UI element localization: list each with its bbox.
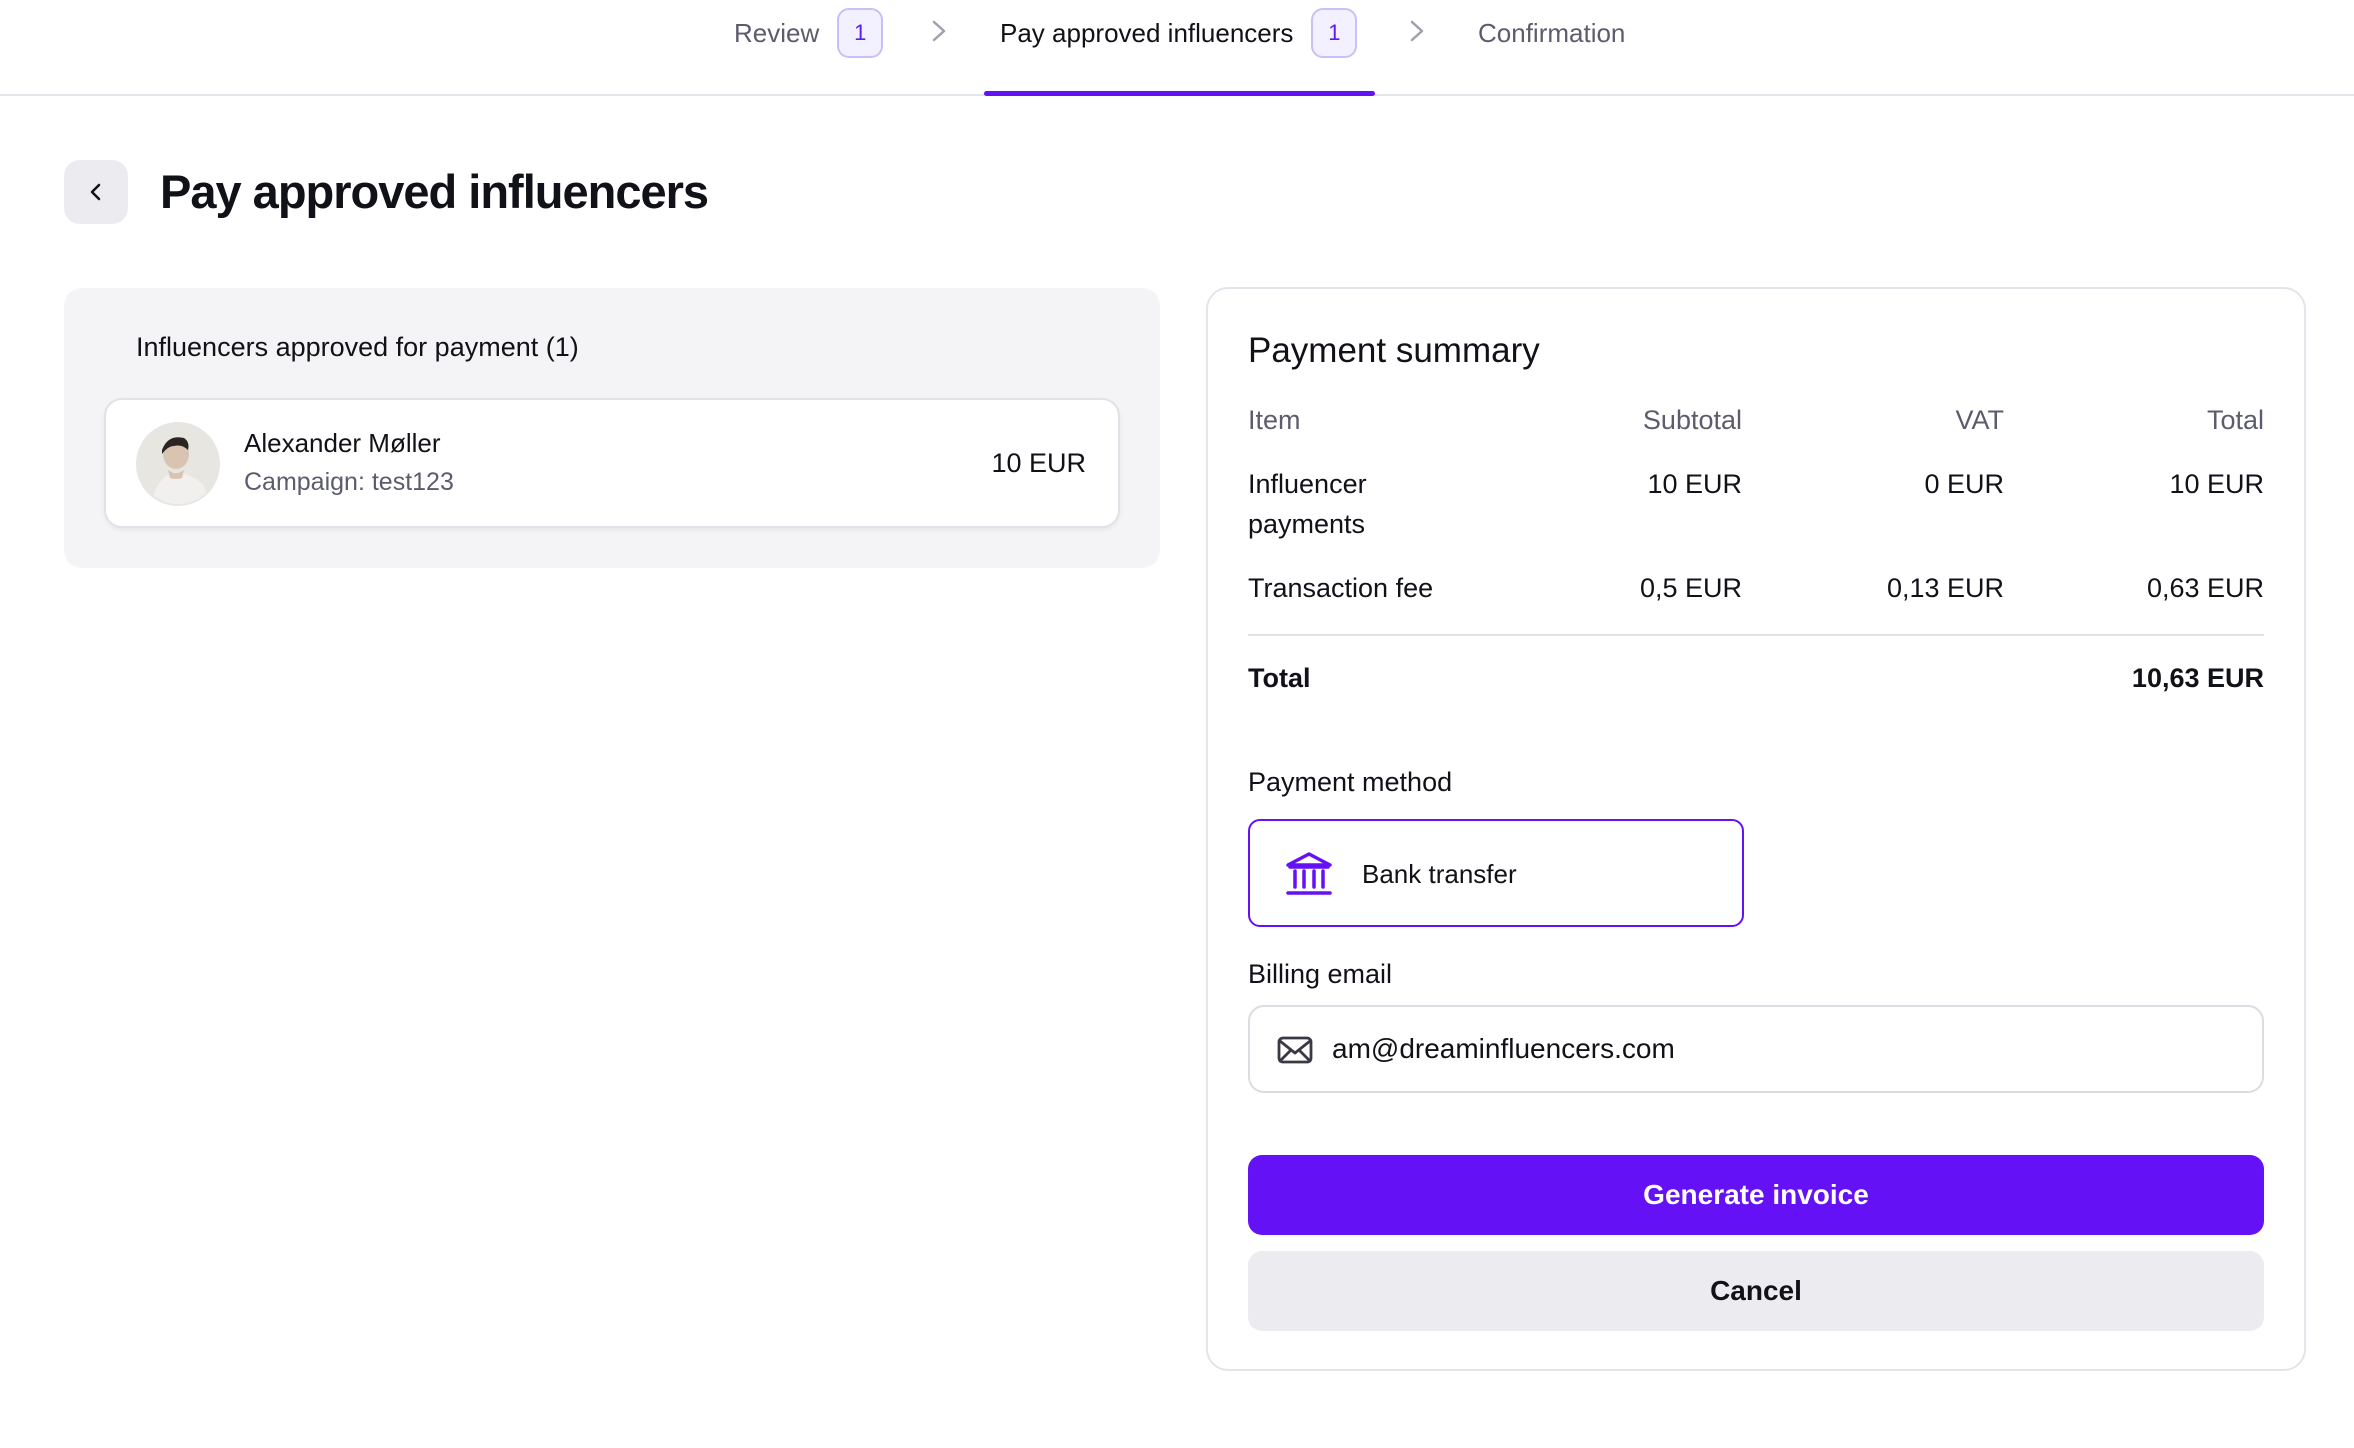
row-subtotal: 10 EUR (1647, 469, 1742, 499)
chevron-right-icon (1410, 20, 1424, 42)
step-review[interactable]: Review 1 (734, 0, 884, 96)
billing-email-label: Billing email (1248, 959, 1393, 989)
influencers-heading: Influencers approved for payment (1) (136, 332, 579, 362)
payment-method-bank-transfer[interactable]: Bank transfer (1248, 819, 1744, 927)
back-button[interactable] (64, 160, 128, 224)
influencer-name: Alexander Møller (244, 428, 441, 458)
chevron-right-icon (932, 20, 946, 42)
row-vat: 0,13 EUR (1886, 573, 2004, 603)
column-header-vat: VAT (1955, 405, 2004, 435)
column-header-subtotal: Subtotal (1642, 405, 1742, 435)
payment-summary-panel: Payment summary Item Subtotal VAT Total … (1206, 287, 2306, 1371)
column-header-item: Item (1248, 405, 1301, 435)
step-confirmation-label: Confirmation (1478, 17, 1626, 48)
summary-divider (1248, 634, 2264, 636)
checkout-stepper: Review 1 Pay approved influencers 1 Conf… (0, 0, 2354, 96)
avatar (136, 422, 220, 506)
influencer-card[interactable]: Alexander Møller Campaign: test123 10 EU… (104, 398, 1120, 528)
row-item-label: Influencer (1248, 469, 1367, 499)
influencer-amount: 10 EUR (991, 448, 1086, 478)
influencer-campaign: Campaign: test123 (244, 468, 454, 496)
billing-email-value: am@dreaminfluencers.com (1332, 1033, 1675, 1064)
chevron-left-icon (90, 183, 101, 201)
row-subtotal: 0,5 EUR (1639, 573, 1742, 603)
billing-email-field[interactable]: am@dreaminfluencers.com (1248, 1005, 2264, 1093)
payment-method-label: Payment method (1248, 767, 1453, 797)
active-step-indicator (984, 91, 1375, 96)
cancel-button[interactable]: Cancel (1248, 1251, 2264, 1331)
grand-total-value: 10,63 EUR (2131, 663, 2264, 693)
envelope-icon (1277, 1036, 1313, 1064)
generate-invoice-button[interactable]: Generate invoice (1248, 1155, 2264, 1235)
column-header-total: Total (2206, 405, 2264, 435)
row-item-label-line2: payments (1248, 509, 1366, 539)
grand-total-label: Total (1248, 663, 1311, 693)
step-pay-count-badge: 1 (1311, 8, 1358, 58)
page-title: Pay approved influencers (160, 165, 709, 218)
row-item-label: Transaction fee (1248, 573, 1434, 603)
payment-summary-title: Payment summary (1248, 331, 1540, 370)
row-total: 10 EUR (2169, 469, 2264, 499)
step-pay-label: Pay approved influencers (1000, 17, 1294, 48)
payment-method-option-label: Bank transfer (1362, 859, 1517, 889)
bank-icon (1286, 852, 1332, 895)
row-vat: 0 EUR (1924, 469, 2004, 499)
row-total: 0,63 EUR (2146, 573, 2264, 603)
step-pay-approved-influencers[interactable]: Pay approved influencers 1 (1000, 0, 1358, 96)
step-review-label: Review (734, 17, 820, 48)
influencers-panel: Influencers approved for payment (1) Ale… (64, 288, 1160, 568)
step-review-count-badge: 1 (837, 8, 884, 58)
step-confirmation[interactable]: Confirmation (1478, 0, 1625, 96)
